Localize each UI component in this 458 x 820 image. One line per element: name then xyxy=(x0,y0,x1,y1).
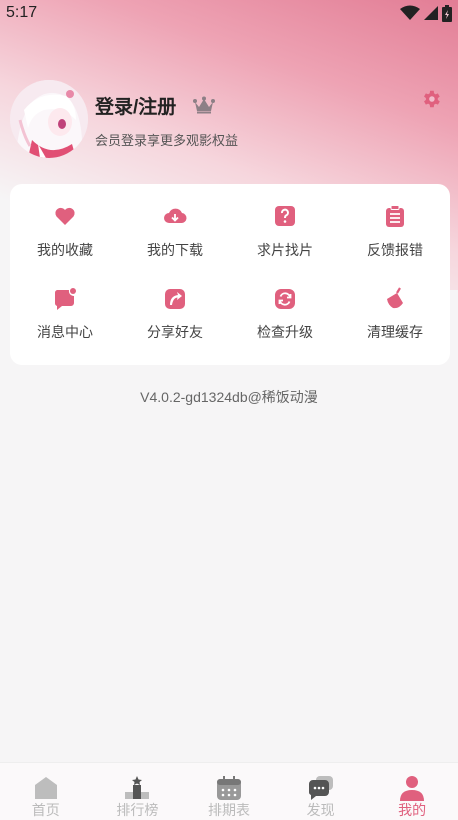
nav-item-discover[interactable]: 发现 xyxy=(275,763,367,820)
nav-item-ranking[interactable]: 排行榜 xyxy=(92,763,184,820)
nav-label: 发现 xyxy=(306,803,335,819)
menu-item-request[interactable]: 求片找片 xyxy=(230,184,340,275)
menu-item-label: 消息中心 xyxy=(37,325,93,341)
nav-label: 我的 xyxy=(398,803,427,819)
calendar-icon xyxy=(216,776,241,800)
heart-icon xyxy=(55,207,75,225)
cloud-download-icon xyxy=(164,208,187,224)
avatar-image xyxy=(10,80,88,158)
login-register-link[interactable]: 登录/注册 xyxy=(95,92,176,119)
menu-item-share[interactable]: 分享好友 xyxy=(120,275,230,365)
menu-item-downloads[interactable]: 我的下载 xyxy=(120,184,230,275)
menu-item-clear-cache[interactable]: 清理缓存 xyxy=(340,275,450,365)
nav-label: 首页 xyxy=(31,803,60,819)
menu-item-label: 我的下载 xyxy=(147,243,203,259)
menu-item-label: 求片找片 xyxy=(257,243,313,259)
login-subtitle: 会员登录享更多观影权益 xyxy=(95,134,239,149)
refresh-icon xyxy=(275,289,295,309)
avatar[interactable] xyxy=(10,80,88,158)
bottom-navigation: 首页 排行榜 排期表 发现 我的 xyxy=(0,762,458,820)
version-text: V4.0.2-gd1324db@稀饭动漫 xyxy=(140,389,318,405)
crown-icon xyxy=(193,96,215,114)
menu-item-label: 清理缓存 xyxy=(367,325,423,341)
gear-icon[interactable] xyxy=(420,88,442,110)
menu-item-feedback[interactable]: 反馈报错 xyxy=(340,184,450,275)
question-icon xyxy=(275,206,295,226)
share-icon xyxy=(165,289,185,309)
menu-item-label: 分享好友 xyxy=(147,325,203,341)
discover-icon xyxy=(308,776,333,800)
status-bar: 5:17 xyxy=(0,0,458,26)
user-icon xyxy=(400,776,425,801)
status-icons xyxy=(400,4,452,22)
function-menu-card: 我的收藏 我的下载 求片找片 反馈报错 消息中心 分享好友 检查升级 清理缓存 xyxy=(10,184,450,365)
broom-icon xyxy=(387,287,403,309)
clipboard-icon xyxy=(386,205,404,227)
menu-item-check-update[interactable]: 检查升级 xyxy=(230,275,340,365)
ranking-icon xyxy=(125,776,150,799)
signal-icon xyxy=(424,6,438,20)
nav-label: 排行榜 xyxy=(116,803,159,819)
menu-item-messages[interactable]: 消息中心 xyxy=(10,275,120,365)
nav-item-schedule[interactable]: 排期表 xyxy=(183,763,275,820)
message-icon xyxy=(54,288,76,310)
status-time: 5:17 xyxy=(6,4,38,21)
nav-item-home[interactable]: 首页 xyxy=(0,763,92,820)
menu-item-label: 检查升级 xyxy=(257,325,313,341)
home-icon xyxy=(34,777,57,799)
menu-item-label: 反馈报错 xyxy=(367,243,423,259)
wifi-icon xyxy=(400,5,420,20)
nav-label: 排期表 xyxy=(207,803,250,819)
menu-item-label: 我的收藏 xyxy=(37,243,93,259)
menu-item-favorites[interactable]: 我的收藏 xyxy=(10,184,120,275)
battery-icon xyxy=(442,4,452,22)
profile-section: 登录/注册 会员登录享更多观影权益 xyxy=(10,80,448,160)
nav-item-mine[interactable]: 我的 xyxy=(366,763,458,820)
